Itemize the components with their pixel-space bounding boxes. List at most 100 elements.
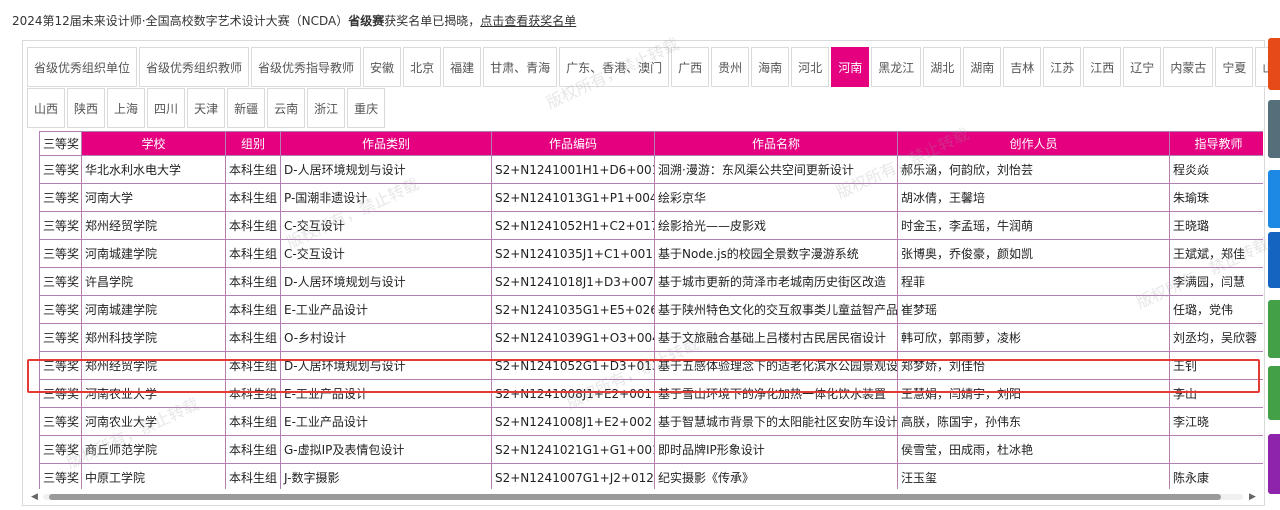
cell-code: S2+N1241018J1+D3+007 — [491, 267, 655, 296]
tab-tabs_row1-5[interactable]: 福建 — [443, 47, 482, 87]
horizontal-scrollbar[interactable]: ◀ ▶ — [31, 492, 1259, 502]
cell-award: 三等奖 — [39, 407, 82, 436]
tab-tabs_row1-7[interactable]: 广东、香港、澳门 — [559, 47, 670, 87]
header-creators: 创作人员 — [897, 131, 1170, 156]
table-row: 三等奖 河南城建学院 本科生组 C-交互设计 S2+N1241035J1+C1+001 基… — [39, 239, 1263, 268]
scroll-right-icon[interactable]: ▶ — [1249, 492, 1256, 502]
cell-award: 三等奖 — [39, 211, 82, 240]
region-tabs: 省级优秀组织单位 省级优秀组织教师 省级优秀指导教师 安徽 北京 福建 甘肃、青海 广东、香港… — [27, 47, 1280, 129]
scrollbar-thumb[interactable] — [49, 494, 1221, 500]
cell-work-name: 基于Node.js的校园全景数字漫游系统 — [654, 239, 898, 268]
cell-creators: 郑梦娇，刘佳怡 — [897, 351, 1170, 380]
side-widget-5[interactable] — [1268, 366, 1280, 420]
tab-tabs_row1-3[interactable]: 安徽 — [363, 47, 402, 87]
tab-tabs_row2-6[interactable]: 云南 — [267, 88, 306, 128]
tab-tabs_row2-2[interactable]: 上海 — [107, 88, 146, 128]
tab-tabs_row1-20[interactable]: 内蒙古 — [1163, 47, 1214, 87]
tab-tabs_row1-0[interactable]: 省级优秀组织单位 — [27, 47, 138, 87]
header-code: 作品编码 — [491, 131, 655, 156]
cell-category: D-人居环境规划与设计 — [280, 267, 492, 296]
side-widget-2[interactable] — [1268, 170, 1280, 228]
tab-tabs_row1-6[interactable]: 甘肃、青海 — [483, 47, 558, 87]
tab-tabs_row1-21[interactable]: 宁夏 — [1215, 47, 1254, 87]
cell-creators: 郝乐涵，何韵欣，刘怡芸 — [897, 155, 1170, 184]
cell-creators: 韩可欣，郭雨萝，凌彬 — [897, 323, 1170, 352]
tab-tabs_row1-9[interactable]: 贵州 — [711, 47, 750, 87]
cell-creators: 王慧娟，闫婧宇，刘阳 — [897, 379, 1170, 408]
tab-tabs_row1-4[interactable]: 北京 — [403, 47, 442, 87]
table-row: 三等奖 商丘师范学院 本科生组 G-虚拟IP及表情包设计 S2+N1241021G1+G… — [39, 435, 1263, 464]
cell-code: S2+N1241001H1+D6+001 — [491, 155, 655, 184]
side-widget-0[interactable] — [1268, 38, 1280, 90]
table-row: 三等奖 郑州经贸学院 本科生组 D-人居环境规划与设计 S2+N1241052G1+D3… — [39, 351, 1263, 380]
tab-tabs_row2-5[interactable]: 新疆 — [227, 88, 266, 128]
cell-teacher: 朱瑜珠 — [1169, 183, 1263, 212]
cell-category: G-虚拟IP及表情包设计 — [280, 435, 492, 464]
cell-creators: 高朕，陈国宇，孙伟东 — [897, 407, 1170, 436]
cell-teacher: 陈永康 — [1169, 463, 1263, 489]
tab-tabs_row2-0[interactable]: 山西 — [27, 88, 66, 128]
cell-work-name: 基于文旅融合基础上吕楼村古民居民宿设计 — [654, 323, 898, 352]
cell-category: E-工业产品设计 — [280, 295, 492, 324]
cell-group: 本科生组 — [225, 155, 281, 184]
cell-work-name: 基于陕州特色文化的交互叙事类儿童益智产品 — [654, 295, 898, 324]
cell-group: 本科生组 — [225, 267, 281, 296]
cell-teacher: 刘丞均，吴欣蓉 — [1169, 323, 1263, 352]
cell-category: O-乡村设计 — [280, 323, 492, 352]
cell-category: D-人居环境规划与设计 — [280, 155, 492, 184]
tab-tabs_row1-11[interactable]: 河北 — [791, 47, 830, 87]
view-winners-link[interactable]: 点击查看获奖名单 — [480, 14, 576, 28]
tab-tabs_row1-1[interactable]: 省级优秀组织教师 — [139, 47, 250, 87]
tab-tabs_row1-16[interactable]: 吉林 — [1003, 47, 1042, 87]
tab-tabs_row1-12[interactable]: 河南 — [831, 47, 870, 87]
cell-teacher: 任璐，党伟 — [1169, 295, 1263, 324]
cell-school: 河南城建学院 — [81, 295, 226, 324]
cell-award: 三等奖 — [39, 239, 82, 268]
cell-award: 三等奖 — [39, 379, 82, 408]
cell-school: 河南大学 — [81, 183, 226, 212]
tab-tabs_row2-4[interactable]: 天津 — [187, 88, 226, 128]
scroll-left-icon[interactable]: ◀ — [31, 492, 38, 502]
cell-code: S2+N1241035J1+C1+001 — [491, 239, 655, 268]
cell-award: 三等奖 — [39, 267, 82, 296]
results-panel: 省级优秀组织单位 省级优秀组织教师 省级优秀指导教师 安徽 北京 福建 甘肃、青海 广东、香港… — [22, 40, 1280, 506]
header-school: 学校 — [81, 131, 226, 156]
tab-tabs_row1-13[interactable]: 黑龙江 — [871, 47, 922, 87]
tab-tabs_row1-17[interactable]: 江苏 — [1043, 47, 1082, 87]
cell-school: 河南农业大学 — [81, 379, 226, 408]
tab-tabs_row1-15[interactable]: 湖南 — [963, 47, 1002, 87]
cell-work-name: 纪实摄影《传承》 — [654, 463, 898, 489]
cell-award: 三等奖 — [39, 351, 82, 380]
cell-creators: 程菲 — [897, 267, 1170, 296]
tab-tabs_row1-8[interactable]: 广西 — [671, 47, 710, 87]
tab-tabs_row2-7[interactable]: 浙江 — [307, 88, 346, 128]
tab-tabs_row2-8[interactable]: 重庆 — [347, 88, 386, 128]
notice-prefix: 2024第12届未来设计师·全国高校数字艺术设计大赛（NCDA） — [12, 14, 349, 28]
table-row: 三等奖 许昌学院 本科生组 D-人居环境规划与设计 S2+N1241018J1+D3+0… — [39, 267, 1263, 296]
cell-creators: 侯雪莹，田成雨，杜冰艳 — [897, 435, 1170, 464]
side-widget-4[interactable] — [1268, 300, 1280, 358]
cell-group: 本科生组 — [225, 407, 281, 436]
side-widget-1[interactable] — [1268, 100, 1280, 158]
notice-middle: 获奖名单已揭晓， — [384, 14, 481, 28]
cell-code: S2+N1241052G1+D3+013 — [491, 351, 655, 380]
cell-school: 郑州经贸学院 — [81, 351, 226, 380]
side-widget-3[interactable] — [1268, 232, 1280, 288]
cell-group: 本科生组 — [225, 463, 281, 489]
tab-tabs_row1-10[interactable]: 海南 — [751, 47, 790, 87]
cell-group: 本科生组 — [225, 211, 281, 240]
cell-category: P-国潮非遗设计 — [280, 183, 492, 212]
tab-tabs_row1-19[interactable]: 辽宁 — [1123, 47, 1162, 87]
tab-tabs_row1-14[interactable]: 湖北 — [923, 47, 962, 87]
cell-category: E-工业产品设计 — [280, 407, 492, 436]
tab-tabs_row2-3[interactable]: 四川 — [147, 88, 186, 128]
side-widget-6[interactable] — [1268, 434, 1280, 494]
tab-tabs_row1-18[interactable]: 江西 — [1083, 47, 1122, 87]
cell-teacher: 王斌斌，郑佳 — [1169, 239, 1263, 268]
cell-group: 本科生组 — [225, 323, 281, 352]
table-row: 三等奖 华北水利水电大学 本科生组 D-人居环境规划与设计 S2+N1241001H1+… — [39, 155, 1263, 184]
tab-tabs_row2-1[interactable]: 陕西 — [67, 88, 106, 128]
tab-tabs_row1-2[interactable]: 省级优秀指导教师 — [251, 47, 362, 87]
cell-code: S2+N1241035G1+E5+026 — [491, 295, 655, 324]
cell-work-name: 绘彩京华 — [654, 183, 898, 212]
